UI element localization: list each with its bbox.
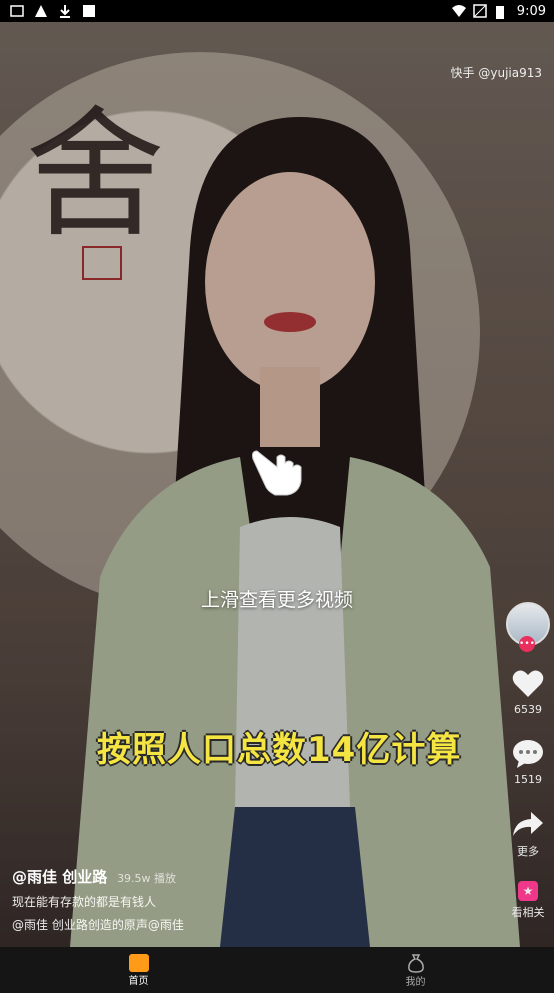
battery-icon [495,4,509,19]
heart-icon [512,670,544,697]
watermark: 快手 @yujia913 [450,66,542,80]
comment-icon [513,740,543,768]
share-arrow-icon [513,812,543,836]
author-avatar[interactable]: ••• [506,602,550,652]
like-button[interactable]: 6539 [511,668,545,716]
tab-home-label: 首页 [128,975,149,987]
share-label: 更多 [517,845,539,858]
status-time: 9:09 [516,3,546,19]
warning-icon [34,4,48,18]
swipe-hint-text: 上滑查看更多视频 [200,589,353,611]
bottom-tab-bar: 首页 我的 [0,947,554,993]
like-count: 6539 [514,703,542,716]
play-count: 39.5w 播放 [117,872,177,885]
follow-plus-icon[interactable]: ••• [519,636,535,652]
download-icon [58,4,72,18]
no-signal-icon [473,4,487,18]
image-icon [82,4,96,18]
author-name[interactable]: @雨佳 创业路 [12,868,107,886]
hand-pointer-icon [247,445,307,497]
tab-mine-label: 我的 [405,976,426,988]
share-button[interactable]: 更多 [511,808,545,859]
music-info[interactable]: @雨佳 创业路创造的原声@雨佳 [12,916,432,933]
related-star-icon: ★ [518,881,538,901]
related-label: 看相关 [511,906,545,919]
notification-icon [10,4,24,18]
related-button[interactable]: ★ 看相关 [512,881,545,920]
wifi-icon [451,4,466,18]
home-icon [128,953,149,972]
comment-button[interactable]: 1519 [511,738,545,786]
tab-mine[interactable]: 我的 [406,953,426,988]
video-caption[interactable]: 现在能有存款的都是有钱人 [12,893,432,910]
video-subtitle: 按照人口总数14亿计算 [97,730,462,770]
right-action-rail: ••• 6539 1519 更多 ★ 看相关 [502,602,554,920]
video-player[interactable]: 舍 快手 @yujia913 上滑查看更多视频 按照人口总数14亿计算 ••• … [0,22,554,947]
status-bar: 9:09 [0,0,554,22]
tab-home[interactable]: 首页 [128,953,149,987]
swipe-hint: 上滑查看更多视频 [0,445,554,612]
comment-count: 1519 [514,773,542,786]
video-info: @雨佳 创业路 39.5w 播放 现在能有存款的都是有钱人 @雨佳 创业路创造的… [12,866,432,933]
money-bag-icon [407,953,424,973]
